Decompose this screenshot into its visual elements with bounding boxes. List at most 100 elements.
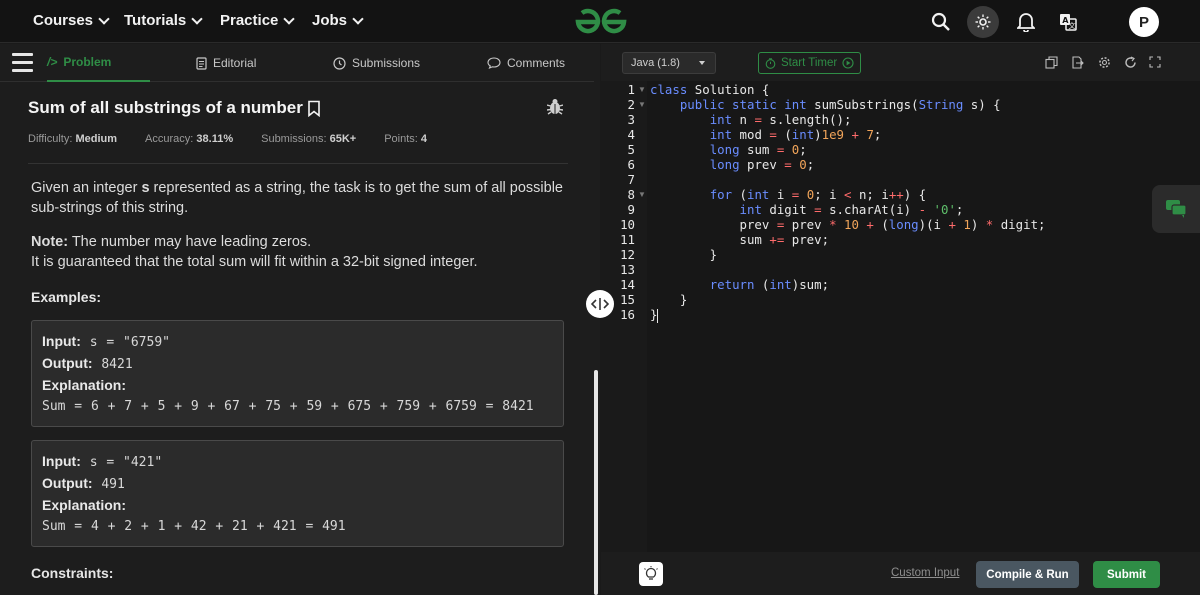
code-line: class Solution { (650, 82, 770, 97)
problem-statement: Given an integer s represented as a stri… (31, 180, 563, 216)
problem-meta: Difficulty: Medium Accuracy: 38.11% Subm… (28, 133, 427, 145)
tab-comments[interactable]: Comments (487, 44, 565, 82)
document-icon (196, 56, 207, 70)
line-number: 3 (627, 112, 635, 127)
line-number: 8 (627, 187, 635, 202)
tab-submissions-label: Submissions (352, 56, 421, 70)
line-number: 10 (620, 217, 635, 232)
chat-icon[interactable] (1152, 185, 1200, 233)
line-number: 7 (627, 172, 635, 187)
tab-submissions[interactable]: Submissions (333, 44, 420, 82)
points: Points: 4 (384, 133, 428, 145)
line-number: 2 (627, 97, 635, 112)
resize-handle-icon[interactable] (586, 290, 614, 318)
code-line: int digit = s.charAt(i) - '0'; (739, 202, 964, 217)
theme-toggle-icon[interactable] (967, 6, 999, 38)
language-select[interactable]: Java (1.8) (622, 52, 716, 74)
stopwatch-icon (765, 57, 776, 69)
tab-problem[interactable]: /> Problem (47, 44, 150, 82)
accuracy: Accuracy: 38.11% (145, 133, 234, 145)
nav-courses-label: Courses (33, 12, 94, 29)
chevron-down-icon (98, 12, 110, 25)
code-line: long sum = 0; (709, 142, 807, 157)
menu-icon[interactable] (12, 53, 33, 72)
example-box: Input: s = "421" Output: 491 Explanation… (31, 440, 564, 547)
fold-arrow-icon[interactable]: ▼ (638, 85, 646, 94)
avatar[interactable]: P (1129, 7, 1159, 37)
line-number: 16 (620, 307, 635, 322)
line-number: 1 (627, 82, 635, 97)
tab-problem-label: Problem (63, 55, 112, 69)
chevron-down-icon (352, 12, 364, 25)
play-icon (842, 57, 854, 69)
tab-editorial-label: Editorial (213, 56, 257, 70)
notification-bell-icon[interactable] (1011, 7, 1041, 37)
reset-icon[interactable] (1122, 54, 1138, 70)
tab-comments-label: Comments (507, 56, 566, 70)
line-number: 12 (620, 247, 635, 262)
line-number: 14 (620, 277, 635, 292)
caret-down-icon (699, 61, 705, 65)
code-line: int n = s.length(); (709, 112, 852, 127)
code-line: int mod = (int)1e9 + 7; (709, 127, 882, 142)
nav-jobs-label: Jobs (312, 12, 348, 29)
code-line: } (650, 307, 659, 323)
fold-arrow-icon[interactable]: ▼ (638, 190, 646, 199)
line-number: 6 (627, 157, 635, 172)
bookmark-icon[interactable] (307, 100, 321, 117)
compile-run-button[interactable]: Compile & Run (976, 561, 1079, 588)
problem-note: Note: The number may have leading zeros. (31, 234, 312, 250)
settings-gear-icon[interactable] (1096, 54, 1112, 70)
nav-tutorials-label: Tutorials (124, 12, 187, 29)
line-number: 13 (620, 262, 635, 277)
editor-panel: Java (1.8) Start Timer 1 2 3 4 5 6 7 8 9… (601, 44, 1200, 595)
code-line: return (int)sum; (709, 277, 830, 292)
comment-icon (487, 57, 501, 69)
top-navbar: Courses Tutorials Practice Jobs A文 P (0, 0, 1200, 43)
example-box: Input: s = "6759" Output: 8421 Explanati… (31, 320, 564, 427)
line-number: 15 (620, 292, 635, 307)
page-title: Sum of all substrings of a number (28, 98, 321, 118)
report-bug-icon[interactable] (547, 98, 563, 115)
language-value: Java (1.8) (631, 57, 680, 69)
editor-toolbar: Java (1.8) Start Timer (601, 44, 1200, 81)
nav-jobs[interactable]: Jobs (312, 12, 364, 29)
nav-tutorials[interactable]: Tutorials (124, 12, 203, 29)
fold-arrow-icon[interactable]: ▼ (638, 100, 646, 109)
clock-icon (333, 56, 346, 70)
fullscreen-icon[interactable] (1147, 54, 1163, 70)
tab-editorial[interactable]: Editorial (196, 44, 256, 82)
chevron-down-icon (191, 12, 203, 25)
code-line: long prev = 0; (709, 157, 815, 172)
copy-icon[interactable] (1043, 54, 1059, 70)
nav-practice[interactable]: Practice (220, 12, 296, 29)
problem-tabs: /> Problem Editorial Submissions Comment… (0, 44, 595, 82)
nav-courses[interactable]: Courses (33, 12, 110, 29)
code-line: for (int i = 0; i < n; i++) { (709, 187, 927, 202)
lightbulb-icon[interactable] (639, 562, 663, 586)
translate-icon[interactable]: A文 (1053, 7, 1083, 37)
submit-button[interactable]: Submit (1093, 561, 1160, 588)
start-timer-button[interactable]: Start Timer (758, 52, 861, 74)
gfg-logo[interactable] (572, 5, 630, 37)
line-number: 11 (620, 232, 635, 247)
line-number: 4 (627, 127, 635, 142)
code-line: prev = prev * 10 + (long)(i + 1) * digit… (650, 217, 1046, 232)
chevron-down-icon (283, 12, 296, 25)
file-export-icon[interactable] (1069, 54, 1085, 70)
code-editor[interactable]: 1 2 3 4 5 6 7 8 9 10 11 12 13 14 15 16 ▼… (601, 81, 1200, 552)
line-number: 9 (627, 202, 635, 217)
start-timer-label: Start Timer (781, 57, 838, 69)
editor-footer: Custom Input Compile & Run Submit (601, 552, 1200, 595)
scrollbar[interactable] (594, 44, 600, 595)
submissions-count: Submissions: 65K+ (261, 133, 357, 145)
divider (28, 163, 568, 164)
problem-guarantee: It is guaranteed that the total sum will… (31, 254, 478, 270)
difficulty: Difficulty: Medium (28, 133, 118, 145)
custom-input-link[interactable]: Custom Input (891, 567, 959, 579)
code-line: sum += prev; (650, 232, 830, 247)
svg-text:文: 文 (1069, 21, 1076, 30)
code-slash-icon: /> (47, 55, 58, 69)
search-icon[interactable] (926, 7, 956, 37)
nav-practice-label: Practice (220, 12, 279, 29)
